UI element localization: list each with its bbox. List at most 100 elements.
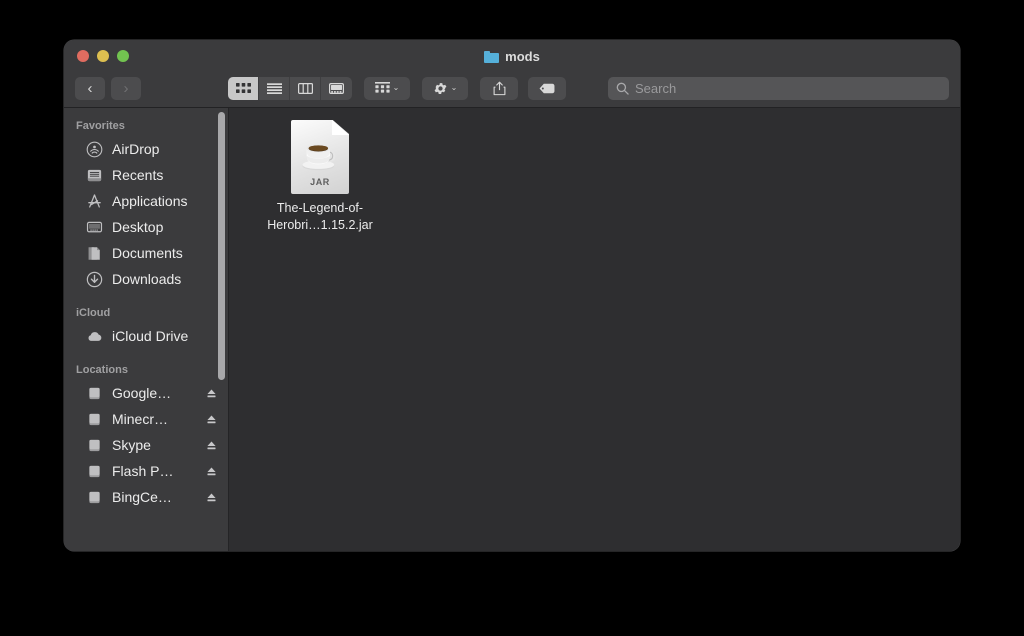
window-title-text: mods (505, 49, 540, 64)
back-button[interactable]: ‹ (75, 76, 105, 100)
jar-file-icon: JAR (291, 120, 349, 194)
group-by-button[interactable]: ⌄ (364, 76, 410, 100)
eject-icon[interactable] (206, 414, 217, 425)
recents-icon (86, 167, 103, 184)
airdrop-icon (86, 141, 103, 157)
drive-icon (86, 463, 103, 480)
sidebar-item-label: Recents (112, 167, 164, 183)
sidebar-item-label: Desktop (112, 219, 164, 235)
eject-icon[interactable] (206, 388, 217, 399)
forward-button[interactable]: › (111, 76, 141, 100)
drive-icon (89, 413, 100, 425)
chevron-down-icon: ⌄ (450, 83, 458, 92)
traffic-light-controls (77, 50, 129, 62)
gallery-icon (329, 82, 344, 94)
minimize-button[interactable] (97, 50, 109, 62)
cloud-icon (88, 331, 102, 341)
share-button[interactable] (480, 76, 518, 100)
desktop-icon (86, 221, 103, 232)
gear-icon (434, 82, 447, 94)
gallery-view-button[interactable] (321, 77, 352, 100)
grid-icon (235, 82, 251, 93)
sidebar-section-header: iCloud (76, 307, 111, 319)
applications-icon (88, 193, 101, 208)
chevron-down-icon: ⌄ (392, 83, 400, 92)
eject-icon[interactable] (206, 492, 217, 503)
airdrop-icon (86, 141, 103, 158)
search-placeholder: Search (635, 80, 677, 96)
tag-icon (539, 83, 555, 93)
sidebar-item-minecr[interactable]: Minecr… (64, 406, 228, 432)
tags-button[interactable] (528, 76, 566, 100)
cloud-icon (86, 328, 103, 345)
window-body: Favorites AirDrop Recents Applications D… (64, 108, 960, 551)
downloads-icon (86, 271, 103, 287)
sidebar-item-label: Skype (112, 437, 151, 453)
drive-icon (89, 491, 100, 503)
column-view-button[interactable] (290, 76, 321, 100)
grid-small-icon (374, 82, 390, 93)
sidebar-item-label: Google… (112, 385, 172, 401)
downloads-icon (86, 271, 103, 288)
drive-icon (89, 439, 100, 451)
sidebar-item-label: Documents (112, 245, 183, 261)
file-item[interactable]: JAR The-Legend-of-Herobri…1.15.2.jar (260, 120, 380, 234)
coffee-cup-icon (302, 144, 336, 171)
sidebar-item-label: AirDrop (112, 141, 160, 157)
close-button[interactable] (77, 50, 89, 62)
finder-window: mods ‹ › ⌄ ⌄ Search Favorites AirDrop Re… (64, 40, 960, 551)
sidebar-item-label: Flash P… (112, 463, 174, 479)
share-icon (493, 81, 505, 95)
sidebar-item-label: Applications (112, 193, 188, 209)
sidebar-item-label: BingCe… (112, 489, 172, 505)
chevron-right-icon: › (123, 79, 129, 97)
sidebar-item-icloud-drive[interactable]: iCloud Drive (64, 323, 228, 349)
view-mode-segmented-control (228, 76, 352, 100)
sidebar-item-applications[interactable]: Applications (64, 188, 228, 214)
sidebar-item-recents[interactable]: Recents (64, 162, 228, 188)
eject-icon[interactable] (206, 466, 217, 477)
sidebar-item-flash-p[interactable]: Flash P… (64, 458, 228, 484)
toolbar: ‹ › ⌄ ⌄ Search (64, 68, 960, 108)
sidebar-item-airdrop[interactable]: AirDrop (64, 136, 228, 162)
window-title: mods (64, 49, 960, 64)
file-name-label: The-Legend-of-Herobri…1.15.2.jar (267, 201, 373, 232)
drive-icon (86, 489, 103, 506)
documents-icon (88, 246, 100, 260)
documents-icon (86, 245, 103, 262)
columns-icon (297, 82, 313, 94)
drive-icon (86, 437, 103, 454)
sidebar-item-label: iCloud Drive (112, 328, 189, 344)
maximize-button[interactable] (117, 50, 129, 62)
eject-icon[interactable] (206, 440, 217, 451)
action-menu-button[interactable]: ⌄ (422, 76, 468, 100)
drive-icon (86, 411, 103, 428)
sidebar-item-skype[interactable]: Skype (64, 432, 228, 458)
search-input[interactable]: Search (608, 76, 949, 100)
sidebar-section-header: Locations (76, 364, 128, 376)
jar-badge-label: JAR (310, 177, 330, 187)
sidebar-item-google[interactable]: Google… (64, 380, 228, 406)
list-view-button[interactable] (259, 76, 290, 100)
sidebar: Favorites AirDrop Recents Applications D… (64, 108, 229, 551)
chevron-left-icon: ‹ (87, 79, 93, 97)
sidebar-item-desktop[interactable]: Desktop (64, 214, 228, 240)
sidebar-item-label: Minecr… (112, 411, 169, 427)
recents-icon (87, 169, 102, 181)
drive-icon (86, 385, 103, 402)
sidebar-item-downloads[interactable]: Downloads (64, 266, 228, 292)
sidebar-scrollbar[interactable] (218, 112, 225, 380)
desktop-icon (86, 219, 103, 236)
drive-icon (89, 387, 100, 399)
sidebar-item-label: Downloads (112, 271, 182, 287)
sidebar-section-header: Favorites (76, 120, 125, 132)
sidebar-item-bingce[interactable]: BingCe… (64, 484, 228, 510)
applications-icon (86, 193, 103, 210)
list-icon (266, 82, 282, 94)
icon-view-button[interactable] (228, 76, 259, 100)
folder-icon (484, 50, 500, 63)
drive-icon (89, 465, 100, 477)
sidebar-item-documents[interactable]: Documents (64, 240, 228, 266)
file-browser-content[interactable]: JAR The-Legend-of-Herobri…1.15.2.jar (229, 108, 960, 551)
window-titlebar[interactable]: mods ‹ › ⌄ ⌄ Search (64, 40, 960, 108)
